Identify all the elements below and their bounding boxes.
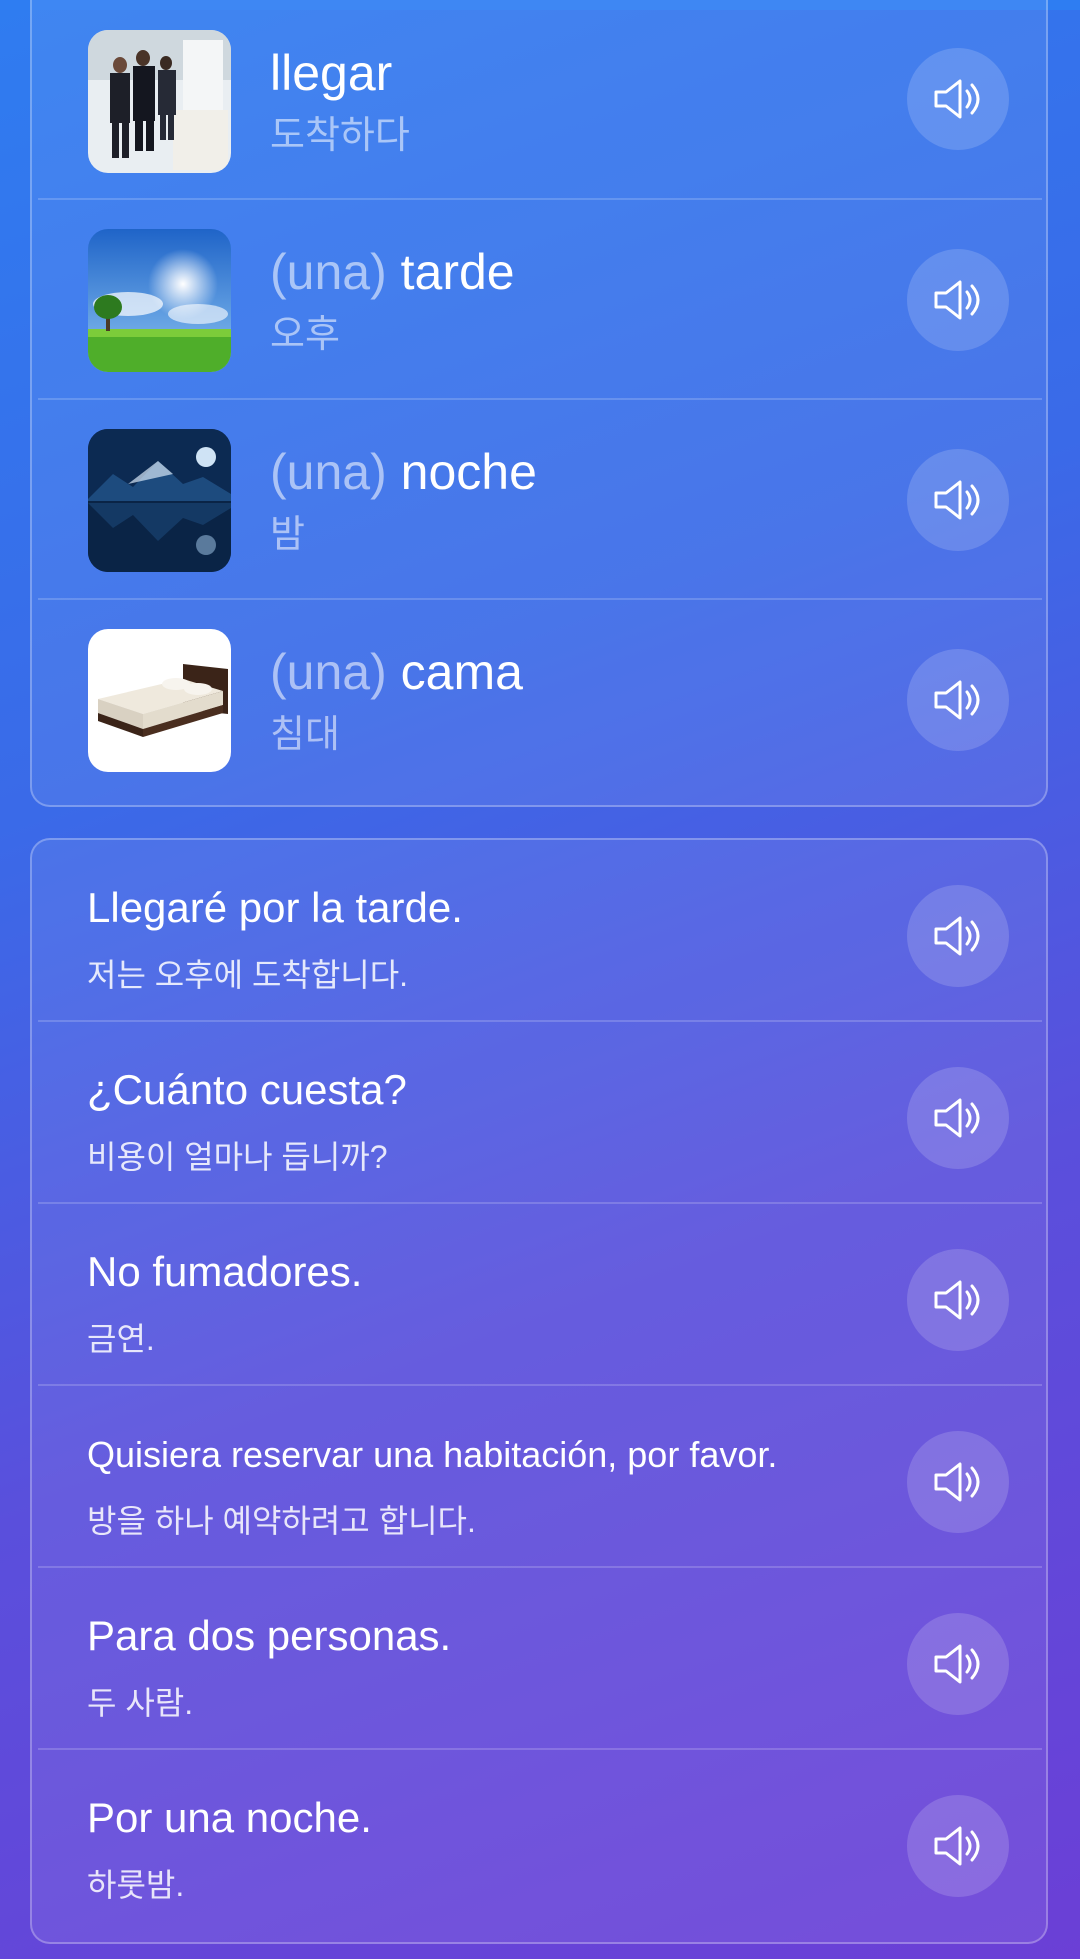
word-spanish: (una) cama	[270, 644, 523, 700]
phrase-translation: 하룻밤.	[87, 1867, 185, 1903]
phrase-translation: 두 사람.	[87, 1685, 194, 1721]
phrase-row[interactable]: Por una noche. 하룻밤.	[38, 1750, 1042, 1932]
phrase-row[interactable]: Para dos personas. 두 사람.	[38, 1568, 1042, 1750]
bed-image	[88, 629, 231, 772]
speaker-icon	[934, 1280, 980, 1320]
phrases-card: Llegaré por la tarde. 저는 오후에 도착합니다. ¿Cuá…	[30, 838, 1048, 1944]
speaker-icon	[934, 480, 980, 520]
word-row-tarde[interactable]: (una) tarde 오후	[38, 200, 1042, 400]
speaker-button[interactable]	[907, 249, 1009, 351]
speaker-button[interactable]	[907, 1067, 1009, 1169]
phrase-row[interactable]: Llegaré por la tarde. 저는 오후에 도착합니다.	[38, 840, 1042, 1022]
speaker-icon	[934, 680, 980, 720]
speaker-icon	[934, 79, 980, 119]
phrase-row[interactable]: No fumadores. 금연.	[38, 1204, 1042, 1386]
speaker-icon	[934, 916, 980, 956]
word-translation: 밤	[270, 514, 305, 556]
sunny-field-image	[88, 229, 231, 372]
word-translation: 침대	[270, 714, 340, 756]
speaker-button[interactable]	[907, 1613, 1009, 1715]
word-translation: 오후	[270, 314, 340, 356]
phrase-spanish: Llegaré por la tarde.	[87, 884, 463, 931]
word-row-cama[interactable]: (una) cama 침대	[38, 600, 1042, 800]
word-spanish: (una) tarde	[270, 244, 515, 300]
speaker-button[interactable]	[907, 48, 1009, 150]
word-spanish: llegar	[270, 45, 393, 101]
phrase-spanish: ¿Cuánto cuesta?	[87, 1066, 407, 1113]
phrase-spanish: Por una noche.	[87, 1794, 372, 1841]
word-row-noche[interactable]: (una) noche 밤	[38, 400, 1042, 600]
word-spanish: (una) noche	[270, 444, 537, 500]
phrase-translation: 금연.	[87, 1321, 155, 1357]
phrase-spanish: Quisiera reservar una habitación, por fa…	[87, 1434, 778, 1475]
speaker-button[interactable]	[907, 449, 1009, 551]
night-lake-image	[88, 429, 231, 572]
phrase-translation: 저는 오후에 도착합니다.	[87, 957, 409, 993]
phrase-row[interactable]: Quisiera reservar una habitación, por fa…	[38, 1386, 1042, 1568]
phrase-spanish: Para dos personas.	[87, 1612, 452, 1659]
speaker-button[interactable]	[907, 1795, 1009, 1897]
phrase-translation: 비용이 얼마나 듭니까?	[87, 1139, 388, 1175]
word-translation: 도착하다	[270, 115, 410, 157]
phrase-translation: 방을 하나 예약하려고 합니다.	[87, 1503, 476, 1539]
people-walking-image	[88, 30, 231, 173]
speaker-button[interactable]	[907, 1249, 1009, 1351]
speaker-icon	[934, 1098, 980, 1138]
vocabulary-card: llegar 도착하다 (una) tarde 오후 (una) noche 밤…	[30, 0, 1048, 807]
speaker-icon	[934, 1462, 980, 1502]
speaker-button[interactable]	[907, 649, 1009, 751]
speaker-icon	[934, 1826, 980, 1866]
phrase-spanish: No fumadores.	[87, 1248, 363, 1295]
word-row-llegar[interactable]: llegar 도착하다	[38, 0, 1042, 200]
speaker-icon	[934, 280, 980, 320]
phrase-row[interactable]: ¿Cuánto cuesta? 비용이 얼마나 듭니까?	[38, 1022, 1042, 1204]
speaker-icon	[934, 1644, 980, 1684]
speaker-button[interactable]	[907, 885, 1009, 987]
speaker-button[interactable]	[907, 1431, 1009, 1533]
